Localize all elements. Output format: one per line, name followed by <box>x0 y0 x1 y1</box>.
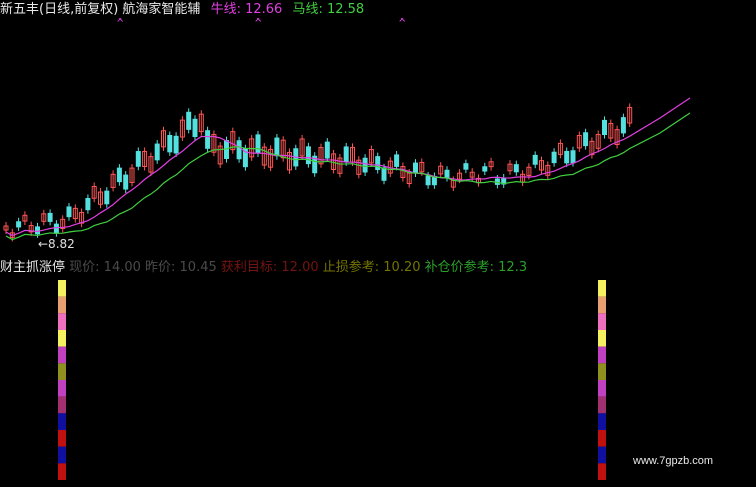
indicator-header: 财主抓涨停 现价: 14.00 昨价: 10.45 获利目标: 12.00 止损… <box>0 258 756 278</box>
candle <box>66 206 72 218</box>
indicator-name: 财主抓涨停 <box>0 260 66 275</box>
signal-segment <box>598 330 606 347</box>
price-info: 现价: 14.00 昨价: 10.45 <box>69 260 217 275</box>
candle <box>173 135 179 154</box>
candle <box>53 223 59 234</box>
signal-segment <box>58 380 66 397</box>
stock-title: 新五丰(日线,前复权) 航海家智能辅 <box>0 2 201 17</box>
candle <box>620 117 626 134</box>
candle <box>274 137 280 157</box>
signal-segment <box>598 380 606 397</box>
candle <box>583 132 589 147</box>
candle <box>205 130 211 149</box>
candle <box>444 169 450 178</box>
candle <box>47 212 53 222</box>
horse-line-value: 马线: 12.58 <box>292 2 365 17</box>
signal-segment <box>598 413 606 430</box>
candle <box>135 151 141 167</box>
signal-segment <box>58 280 66 297</box>
signal-segment <box>598 463 606 480</box>
signal-segment <box>598 430 606 447</box>
signal-bar-left <box>58 280 66 480</box>
signal-segment <box>598 363 606 380</box>
candlestick-chart[interactable]: ←8.82 × × × <box>0 18 756 258</box>
candle <box>602 119 607 136</box>
svg-text:×: × <box>116 18 124 25</box>
candle <box>104 190 110 205</box>
candle <box>16 221 22 228</box>
signal-segment <box>598 396 606 414</box>
candle <box>482 166 488 172</box>
candle <box>362 157 368 173</box>
signal-segment <box>58 446 66 464</box>
candle <box>85 197 91 211</box>
candles-group <box>3 103 633 242</box>
candle <box>425 175 431 186</box>
min-price-label: ←8.82 <box>38 237 75 251</box>
candle <box>167 134 173 153</box>
candle <box>564 150 570 164</box>
signal-segment <box>598 346 606 364</box>
signal-segment <box>58 313 66 330</box>
candle <box>394 154 400 167</box>
candle <box>255 134 261 154</box>
candle <box>381 167 387 181</box>
candle <box>513 164 519 173</box>
signal-segment <box>58 363 66 380</box>
candle <box>343 146 349 163</box>
candle <box>305 146 311 165</box>
signal-segment <box>598 296 606 314</box>
candle <box>186 111 192 130</box>
target-info: 获利目标: 12.00 <box>220 260 319 275</box>
candle <box>324 141 330 159</box>
bull-line-value: 牛线: 12.66 <box>210 2 283 17</box>
signal-segment <box>58 396 66 414</box>
horse-line <box>5 112 691 241</box>
candle <box>463 163 469 170</box>
candle <box>413 162 418 174</box>
signal-segment <box>598 313 606 330</box>
marker-crosses: × × × <box>116 18 406 25</box>
signal-segment <box>58 346 66 364</box>
signal-segment <box>58 463 66 480</box>
bull-line <box>5 97 691 237</box>
candle <box>192 118 198 138</box>
signal-segment <box>598 446 606 464</box>
candle <box>116 167 122 183</box>
candle <box>532 154 538 165</box>
signal-segment <box>58 330 66 347</box>
signal-segment <box>58 413 66 430</box>
candle <box>123 174 129 190</box>
svg-text:×: × <box>398 18 406 25</box>
signal-segment <box>598 280 606 297</box>
candle <box>154 143 160 161</box>
candle <box>35 226 40 235</box>
chart-header: 新五丰(日线,前复权) 航海家智能辅 牛线: 12.66 马线: 12.58 <box>0 0 756 20</box>
watermark: www.7gpzb.com <box>633 455 714 467</box>
candle <box>551 151 557 164</box>
candle <box>236 140 242 160</box>
svg-text:×: × <box>254 18 262 25</box>
stop-info: 止损参考: 10.20 <box>322 260 421 275</box>
signal-bar-right <box>598 280 606 480</box>
signal-segment <box>58 296 66 314</box>
signal-segment <box>58 430 66 447</box>
addon-info: 补仓价参考: 12.3 <box>424 260 528 275</box>
candle <box>570 150 576 164</box>
